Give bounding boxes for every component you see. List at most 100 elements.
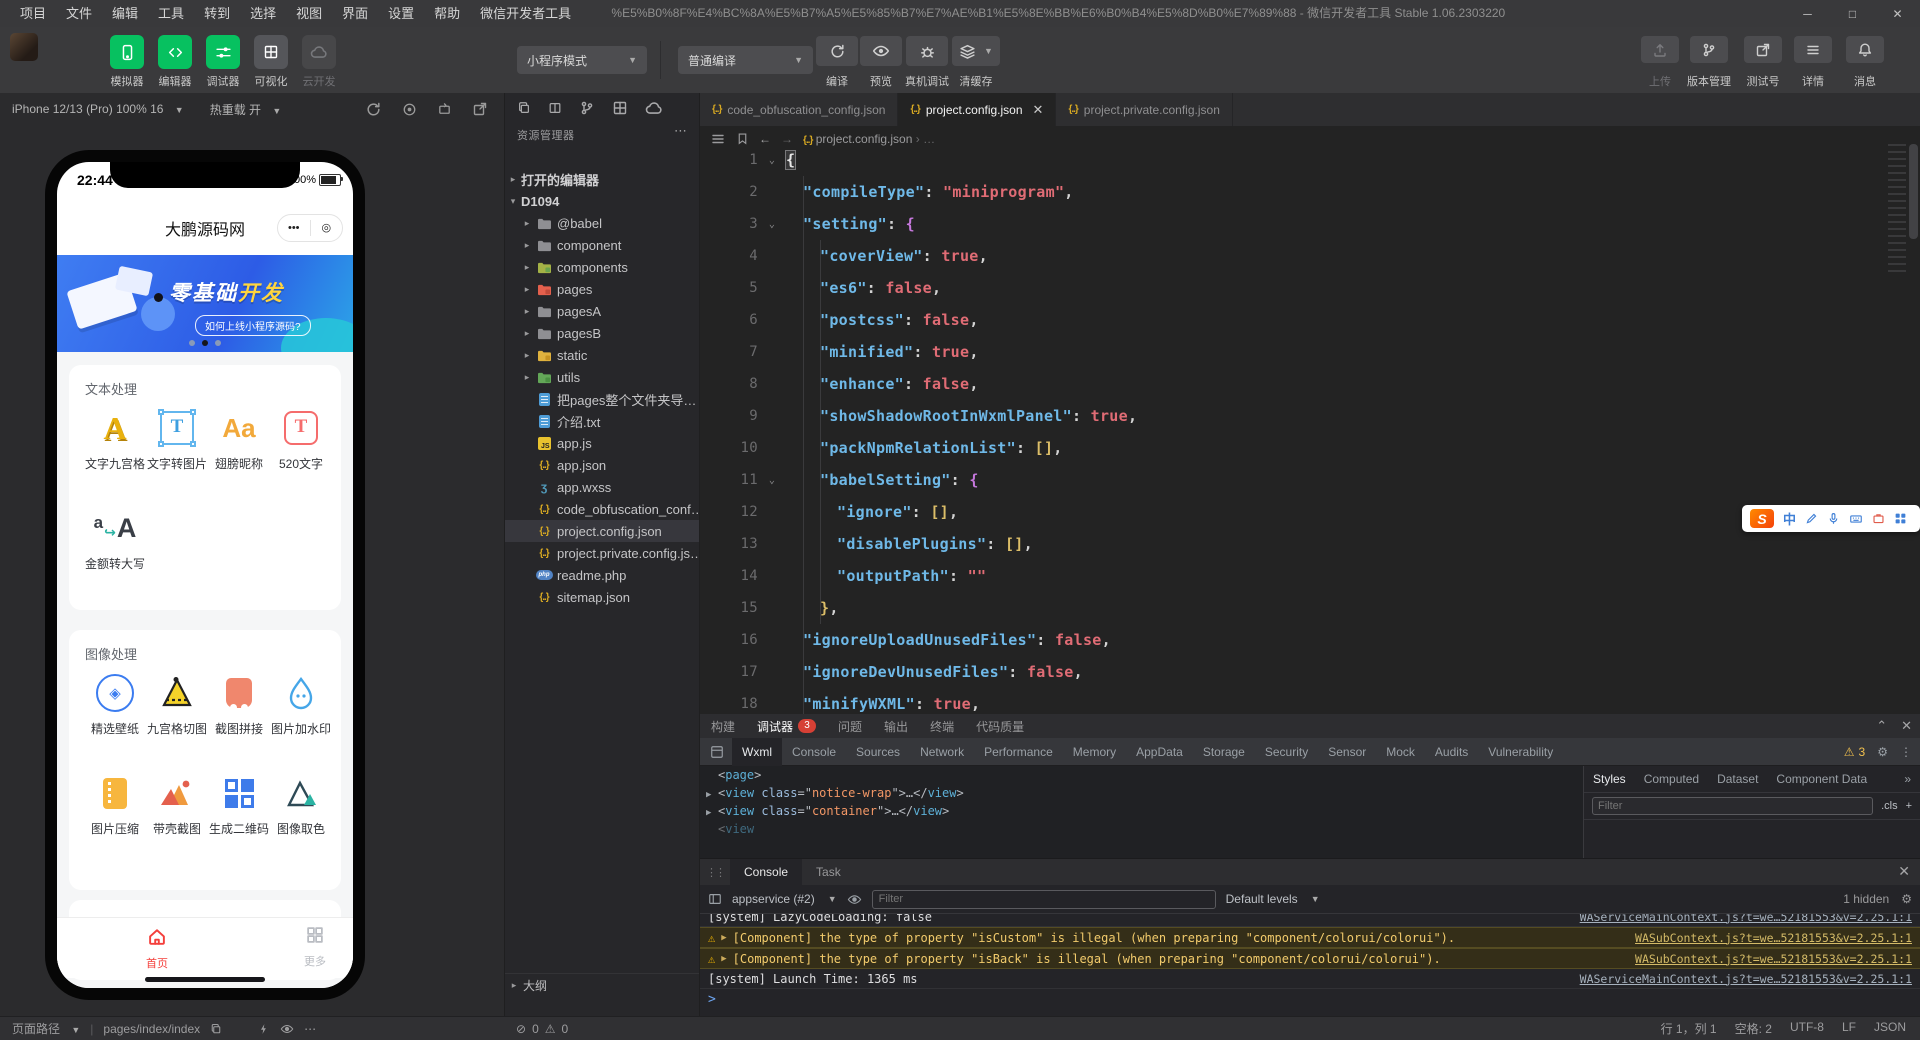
tabbar-more-grid[interactable]: 更多 — [275, 925, 353, 969]
devtools-tab-Network[interactable]: Network — [910, 738, 974, 766]
tree-item-components[interactable]: ▸components — [505, 256, 699, 278]
tool-item[interactable]: 图像取色 — [267, 772, 335, 837]
toolbar-sliders-button[interactable] — [206, 35, 240, 69]
devtools-tab-Memory[interactable]: Memory — [1063, 738, 1126, 766]
editor-scrollbar[interactable] — [1909, 144, 1918, 239]
more-dots-icon[interactable]: ••• — [278, 215, 310, 241]
carousel-dot[interactable] — [215, 340, 221, 346]
inspect-icon[interactable] — [710, 745, 724, 759]
encoding[interactable]: UTF-8 — [1790, 1020, 1824, 1037]
action-eye-button[interactable] — [860, 36, 902, 66]
problems-summary[interactable]: ⊘0 ⚠0 — [516, 1022, 568, 1036]
warning-count[interactable]: ⚠3 — [1844, 745, 1865, 759]
extensions-icon[interactable] — [612, 100, 628, 116]
right-branch-button[interactable] — [1690, 36, 1728, 63]
tree-item-@babel[interactable]: ▸@babel — [505, 212, 699, 234]
tool-item[interactable]: 截图拼接 — [205, 672, 273, 737]
tree-item-static[interactable]: ▸static — [505, 344, 699, 366]
tree-open-editors[interactable]: ▸打开的编辑器 — [505, 168, 699, 190]
language-mode[interactable]: JSON — [1874, 1020, 1906, 1037]
action-refresh-button[interactable] — [816, 36, 858, 66]
console-message[interactable]: [system] Launch Time: 1365 msWAServiceMa… — [700, 969, 1920, 989]
menu-选择[interactable]: 选择 — [240, 0, 286, 27]
record-icon[interactable] — [402, 102, 417, 117]
ime-toolbar[interactable]: S 中 — [1742, 505, 1920, 532]
toolbar-grid-button[interactable] — [254, 35, 288, 69]
minimize-button[interactable]: ─ — [1785, 0, 1830, 27]
wxml-dom-tree[interactable]: <page>▶<view class="notice-wrap">…</view… — [700, 766, 1583, 858]
tool-item[interactable]: 图片压缩 — [81, 772, 149, 837]
tree-item-app.wxss[interactable]: ʒapp.wxss — [505, 476, 699, 498]
menu-文件[interactable]: 文件 — [56, 0, 102, 27]
devtools-tab-Storage[interactable]: Storage — [1193, 738, 1255, 766]
tree-item-project.config.json[interactable]: {..}project.config.json — [505, 520, 699, 542]
cursor-position[interactable]: 行 1，列 1 — [1661, 1020, 1717, 1037]
console-prompt[interactable]: > — [700, 989, 1920, 1010]
detach-window-icon[interactable] — [472, 101, 488, 117]
right-upload-button[interactable] — [1641, 36, 1679, 63]
tree-item-pagesB[interactable]: ▸pagesB — [505, 322, 699, 344]
eye-icon[interactable] — [847, 892, 862, 907]
menu-项目[interactable]: 项目 — [10, 0, 56, 27]
panel-tab-构建[interactable]: 构建 — [700, 718, 746, 735]
right-list-button[interactable] — [1794, 36, 1832, 63]
console-message[interactable]: ⚠▶[Component] the type of property "isCu… — [700, 927, 1920, 948]
menu-工具[interactable]: 工具 — [148, 0, 194, 27]
styles-tab-Component-Data[interactable]: Component Data — [1767, 772, 1876, 786]
close-icon[interactable]: ✕ — [1898, 863, 1910, 880]
sogou-logo-icon[interactable]: S — [1750, 509, 1774, 528]
gear-icon[interactable]: ⚙ — [1901, 892, 1912, 906]
fold-icon[interactable]: ⌄ — [764, 219, 780, 230]
pen-icon[interactable] — [1805, 512, 1818, 525]
right-external-button[interactable] — [1744, 36, 1782, 63]
dom-node[interactable]: <page> — [700, 766, 1583, 784]
devtools-tab-AppData[interactable]: AppData — [1126, 738, 1193, 766]
devtools-tab-Vulnerability[interactable]: Vulnerability — [1478, 738, 1563, 766]
close-button[interactable]: ✕ — [1875, 0, 1920, 27]
styles-tab-Dataset[interactable]: Dataset — [1708, 772, 1767, 786]
console-tab-Task[interactable]: Task — [802, 859, 855, 885]
toolbox-icon[interactable] — [1872, 512, 1885, 525]
copy-icon[interactable] — [210, 1023, 222, 1035]
menu-微信开发者工具[interactable]: 微信开发者工具 — [470, 0, 581, 27]
more-icon[interactable]: ⋯ — [674, 123, 687, 139]
panel-tab-输出[interactable]: 输出 — [873, 718, 919, 735]
tree-item-component[interactable]: ▸component — [505, 234, 699, 256]
right-bell-button[interactable] — [1846, 36, 1884, 63]
fold-icon[interactable]: ⌄ — [764, 155, 780, 166]
panel-tab-问题[interactable]: 问题 — [827, 718, 873, 735]
tool-item[interactable]: T520文字 — [267, 407, 335, 472]
tool-item[interactable]: 生成二维码 — [205, 772, 273, 837]
banner-carousel[interactable]: 零基础开发 如何上线小程序源码? — [57, 255, 353, 352]
menu-帮助[interactable]: 帮助 — [424, 0, 470, 27]
apps-grid-icon[interactable] — [1894, 512, 1907, 525]
devtools-tab-Security[interactable]: Security — [1255, 738, 1318, 766]
tool-item[interactable]: 带壳截图 — [143, 772, 211, 837]
editor-tab[interactable]: {..}project.private.config.json — [1056, 93, 1232, 126]
devtools-tab-Audits[interactable]: Audits — [1425, 738, 1478, 766]
expand-icon[interactable]: ▶ — [721, 933, 726, 943]
toolbar-code-button[interactable] — [158, 35, 192, 69]
tree-item-pages[interactable]: ▸pages — [505, 278, 699, 300]
device-select[interactable]: iPhone 12/13 (Pro) 100% 16 ▼ — [12, 102, 184, 116]
devtools-tab-Console[interactable]: Console — [782, 738, 846, 766]
styles-filter-input[interactable] — [1592, 797, 1873, 815]
dom-node[interactable]: ▶<view class="container">…</view> — [700, 802, 1583, 820]
styles-tab-Computed[interactable]: Computed — [1635, 772, 1708, 786]
indent-setting[interactable]: 空格: 2 — [1735, 1020, 1772, 1037]
tree-root[interactable]: ▾D1094 — [505, 190, 699, 212]
dom-node[interactable]: ▶<view class="notice-wrap">…</view> — [700, 784, 1583, 802]
console-sidebar-icon[interactable] — [708, 892, 722, 906]
outline-section[interactable]: ▸大纲 — [505, 973, 699, 996]
tool-item[interactable]: 图片加水印 — [267, 672, 335, 737]
expand-icon[interactable]: ▶ — [721, 954, 726, 964]
tool-item[interactable]: A文字九宫格 — [81, 407, 149, 472]
page-path-label[interactable]: 页面路径 ▼ — [12, 1020, 80, 1037]
tool-item[interactable]: ◈精选壁纸 — [81, 672, 149, 737]
tree-item-pagesA[interactable]: ▸pagesA — [505, 300, 699, 322]
tabbar-home[interactable]: 首页 — [117, 925, 197, 971]
tool-item[interactable]: T文字转图片 — [143, 407, 211, 472]
refresh-icon[interactable] — [365, 101, 382, 118]
add-style-button[interactable]: + — [1906, 800, 1912, 812]
tree-item-project.private.config.js[interactable]: {..}project.private.config.js… — [505, 542, 699, 564]
